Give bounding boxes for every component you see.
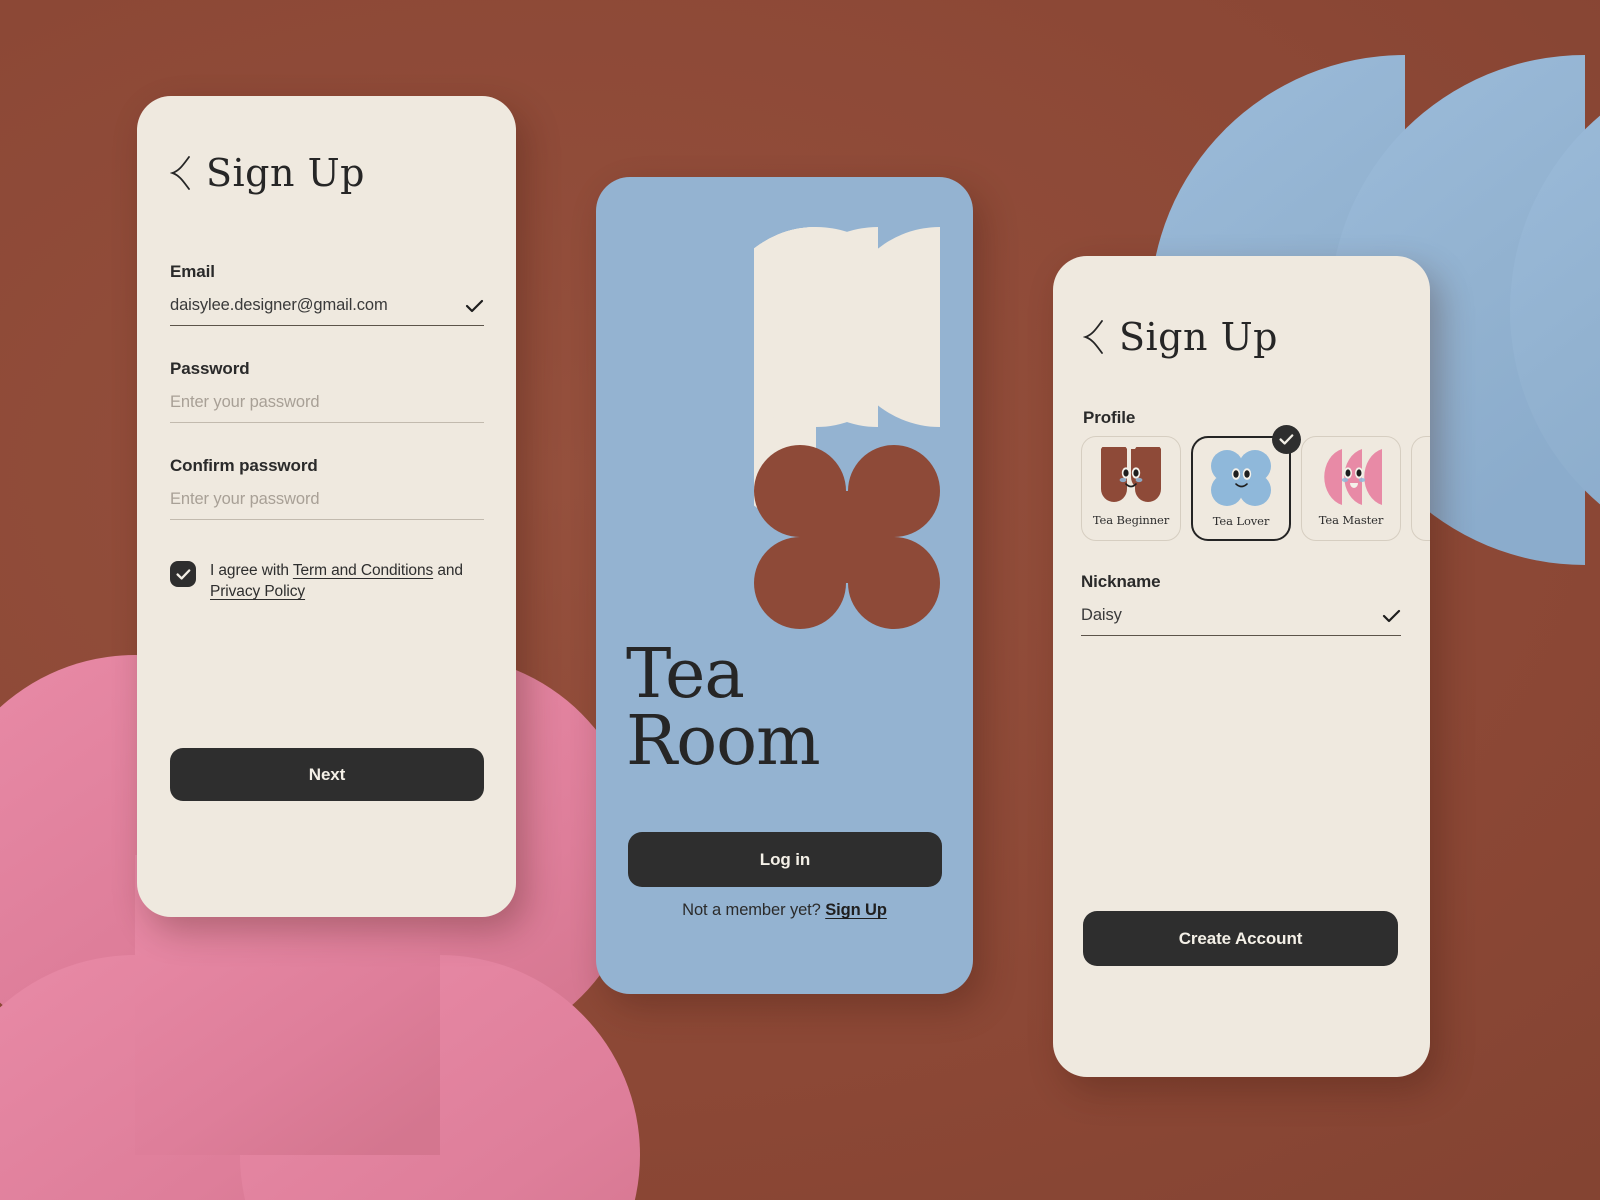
- back-chevron-icon[interactable]: [170, 155, 192, 191]
- confirm-password-placeholder: Enter your password: [170, 490, 320, 509]
- password-placeholder: Enter your password: [170, 393, 320, 412]
- terms-checkbox[interactable]: [170, 561, 196, 587]
- confirm-password-label: Confirm password: [170, 456, 318, 476]
- signup-step2-actions: Create Account: [1083, 911, 1398, 966]
- email-input[interactable]: daisylee.designer@gmail.com: [170, 296, 484, 327]
- profile-label: Profile: [1083, 408, 1136, 427]
- signup-step1-actions: Next: [170, 748, 484, 801]
- nickname-input[interactable]: Daisy: [1081, 606, 1401, 637]
- nickname-value: Daisy: [1081, 606, 1122, 624]
- brand-line-1: Tea: [626, 635, 745, 714]
- terms-middle: and: [433, 562, 463, 579]
- login-actions: Log in: [628, 832, 942, 887]
- back-chevron-icon[interactable]: [1083, 319, 1105, 355]
- check-icon: [1279, 434, 1294, 445]
- avatar-label: Tea Beginner: [1092, 513, 1170, 527]
- password-input[interactable]: Enter your password: [170, 393, 484, 424]
- password-label: Password: [170, 359, 250, 379]
- email-label: Email: [170, 262, 215, 281]
- avatar-label: Tea Master: [1318, 513, 1384, 527]
- tea-room-clover-logo: [754, 445, 940, 629]
- signup-prompt: Not a member yet? Sign Up: [596, 901, 973, 920]
- nickname-label: Nickname: [1081, 572, 1161, 591]
- tea-room-logo: [716, 225, 940, 635]
- signup-step2-header: Sign Up: [1083, 318, 1278, 356]
- email-field-group: Email daisylee.designer@gmail.com: [170, 262, 484, 327]
- check-icon: [175, 568, 190, 580]
- create-account-button[interactable]: Create Account: [1083, 911, 1398, 966]
- terms-text: I agree with Term and Conditions and Pri…: [210, 560, 470, 603]
- avatar-option-next[interactable]: [1411, 436, 1430, 541]
- signup-step1-header: Sign Up: [170, 154, 365, 192]
- privacy-policy-link[interactable]: Privacy Policy: [210, 583, 305, 600]
- avatar-option-tea-beginner[interactable]: Tea Beginner: [1081, 436, 1181, 541]
- check-icon: [465, 300, 484, 313]
- page-title: Sign Up: [206, 151, 365, 195]
- login-button[interactable]: Log in: [628, 832, 942, 887]
- signup-link[interactable]: Sign Up: [825, 901, 887, 919]
- twin-petal-avatar-icon: [1101, 447, 1161, 502]
- nickname-field-group: Nickname Daisy: [1081, 572, 1401, 637]
- brand-wordmark: Tea Room: [626, 635, 821, 782]
- terms-prefix: I agree with: [210, 562, 293, 579]
- terms-and-conditions-link[interactable]: Term and Conditions: [293, 562, 433, 579]
- signup-step1-screen: Sign Up Email daisylee.designer@gmail.co…: [137, 96, 516, 917]
- email-value: daisylee.designer@gmail.com: [170, 296, 388, 314]
- tea-room-logo-mark: [716, 227, 940, 629]
- avatar-label: Tea Lover: [1212, 514, 1270, 528]
- clover-avatar-icon: [1211, 450, 1271, 506]
- confirm-password-input[interactable]: Enter your password: [170, 490, 484, 521]
- terms-agreement-row: I agree with Term and Conditions and Pri…: [170, 560, 470, 603]
- confirm-password-field-group: Confirm password Enter your password: [170, 456, 484, 521]
- signup-form-fields: Email daisylee.designer@gmail.com Passwo…: [170, 262, 484, 521]
- avatar-option-tea-lover[interactable]: Tea Lover: [1191, 425, 1301, 541]
- page-title: Sign Up: [1119, 315, 1278, 359]
- check-icon: [1382, 610, 1401, 623]
- trefoil-avatar-icon: [1324, 449, 1382, 505]
- next-button[interactable]: Next: [170, 748, 484, 801]
- check-badge-icon: [1272, 425, 1301, 454]
- signup-step2-screen: Sign Up Profile Tea Beginner Tea Lover T…: [1053, 256, 1430, 1077]
- profile-avatar-strip: Tea Beginner Tea Lover Tea Master: [1081, 425, 1430, 541]
- brand-line-2: Room: [626, 702, 821, 782]
- login-screen: Tea Room Log in Not a member yet? Sign U…: [596, 177, 973, 994]
- signup-prompt-text: Not a member yet?: [682, 901, 821, 919]
- password-field-group: Password Enter your password: [170, 359, 484, 424]
- avatar-option-tea-master[interactable]: Tea Master: [1301, 436, 1401, 541]
